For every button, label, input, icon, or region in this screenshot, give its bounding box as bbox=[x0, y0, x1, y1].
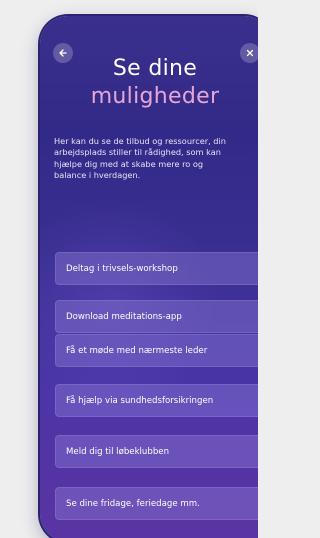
close-button[interactable] bbox=[240, 43, 258, 63]
arrow-left-icon bbox=[59, 49, 67, 57]
option-label: Deltag i trivsels-workshop bbox=[66, 263, 178, 274]
option-button-fridage[interactable]: Se dine fridage, feriedage mm. bbox=[55, 487, 258, 520]
option-button-sundhedsforsikring[interactable]: Få hjælp via sundhedsforsikringen bbox=[55, 384, 258, 417]
option-button-meditations-app[interactable]: Download meditations-app bbox=[55, 300, 258, 333]
intro-line: arbejdsplads stiller til rådighed, som k… bbox=[54, 147, 221, 158]
back-button[interactable] bbox=[53, 43, 73, 63]
screen: Se dine muligheder Her kan du se de tilb… bbox=[0, 0, 258, 538]
title-line-1: Se dine bbox=[112, 56, 198, 81]
page-title: Se dine muligheder bbox=[60, 55, 250, 111]
option-button-trivsels-workshop[interactable]: Deltag i trivsels-workshop bbox=[55, 252, 258, 285]
option-label: Se dine fridage, feriedage mm. bbox=[66, 498, 200, 509]
close-icon bbox=[246, 49, 254, 57]
intro-line: hjælpe dig med at skabe mere ro og bbox=[54, 158, 204, 169]
option-button-loebeklubben[interactable]: Meld dig til løbeklubben bbox=[55, 435, 258, 468]
intro-text: Her kan du se de tilbud og ressourcer, d… bbox=[54, 136, 258, 181]
option-label: Få et møde med nærmeste leder bbox=[66, 345, 208, 356]
intro-line: balance i hverdagen. bbox=[54, 169, 141, 180]
title-line-2: muligheder bbox=[90, 84, 220, 109]
option-label: Download meditations-app bbox=[66, 311, 182, 322]
option-label: Få hjælp via sundhedsforsikringen bbox=[66, 395, 214, 406]
intro-line: Her kan du se de tilbud og ressourcer, d… bbox=[54, 136, 226, 146]
option-label: Meld dig til løbeklubben bbox=[66, 446, 170, 457]
option-button-moede-med-leder[interactable]: Få et møde med nærmeste leder bbox=[55, 334, 258, 367]
